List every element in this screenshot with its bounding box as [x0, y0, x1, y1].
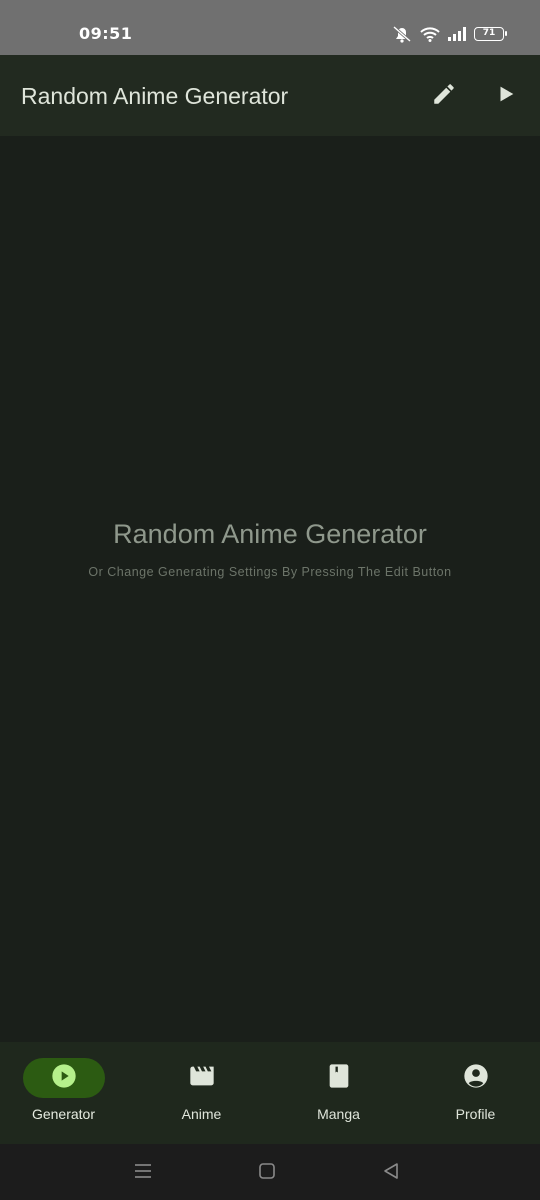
account-circle-icon — [462, 1062, 490, 1094]
recents-button[interactable] — [132, 1162, 154, 1184]
status-bar: 09:51 71 — [0, 0, 540, 55]
nav-item-profile[interactable]: Profile — [408, 1042, 540, 1144]
nav-label-profile: Profile — [455, 1106, 496, 1122]
nav-icon-wrap — [298, 1058, 380, 1098]
status-icons: 71 — [392, 25, 507, 43]
nav-label-generator: Generator — [31, 1106, 96, 1122]
nav-label-manga: Manga — [317, 1106, 360, 1122]
nav-item-manga[interactable]: Manga — [271, 1042, 406, 1144]
empty-state-title: Random Anime Generator — [113, 519, 427, 549]
status-time: 09:51 — [79, 24, 133, 43]
generate-button[interactable] — [491, 81, 521, 111]
back-triangle-icon — [382, 1162, 400, 1184]
system-navigation-bar — [0, 1144, 540, 1200]
main-content: Random Anime Generator Or Change Generat… — [0, 136, 540, 1042]
wifi-icon — [420, 26, 440, 42]
bottom-navigation: Generator Anime Manga Profile — [0, 1042, 540, 1144]
movie-icon — [188, 1062, 216, 1094]
book-icon — [325, 1062, 353, 1094]
app-bar: Random Anime Generator — [0, 55, 540, 136]
play-icon — [495, 83, 517, 109]
nav-label-anime: Anime — [181, 1106, 222, 1122]
signal-icon — [448, 27, 466, 41]
back-button[interactable] — [380, 1162, 402, 1184]
active-indicator — [22, 1058, 105, 1098]
nav-icon-wrap — [161, 1058, 243, 1098]
home-square-icon — [258, 1162, 276, 1184]
home-button[interactable] — [256, 1162, 278, 1184]
nav-item-generator[interactable]: Generator — [0, 1042, 131, 1144]
nav-icon-wrap — [435, 1058, 517, 1098]
battery-icon: 71 — [474, 27, 507, 41]
nav-item-anime[interactable]: Anime — [134, 1042, 269, 1144]
app-title: Random Anime Generator — [21, 83, 289, 109]
play-circle-icon — [50, 1062, 78, 1094]
menu-icon — [134, 1162, 152, 1184]
empty-state-subtitle: Or Change Generating Settings By Pressin… — [88, 565, 452, 579]
edit-icon — [431, 81, 457, 111]
mute-vibrate-icon — [392, 25, 412, 43]
edit-button[interactable] — [429, 81, 459, 111]
